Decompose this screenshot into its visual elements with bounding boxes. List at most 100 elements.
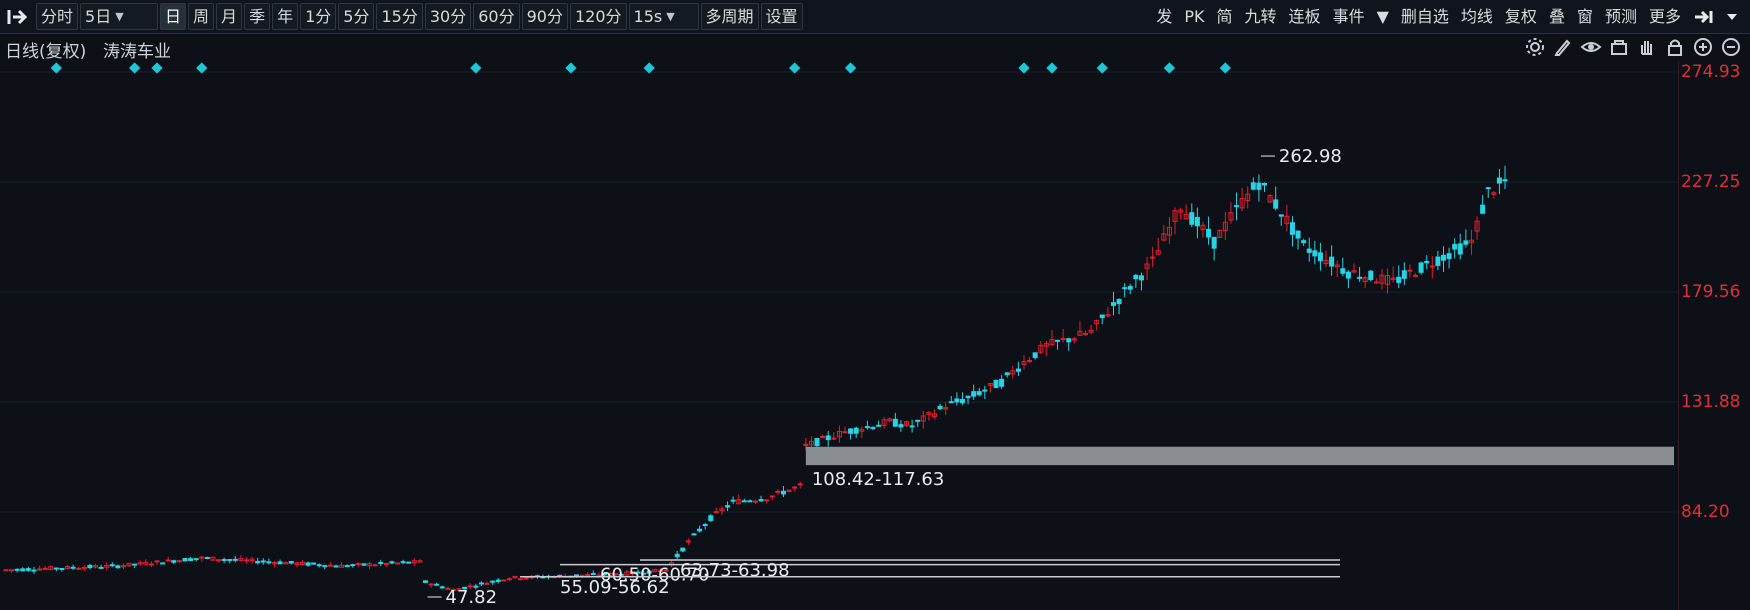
- candle: [1239, 187, 1245, 212]
- candle: [1217, 229, 1223, 238]
- chevron-down-icon[interactable]: [1720, 3, 1744, 30]
- tool-button-1[interactable]: PK: [1179, 3, 1209, 30]
- chevron-down-icon: ▼: [666, 10, 675, 23]
- candle: [741, 498, 747, 503]
- candle: [1049, 330, 1055, 346]
- candle: [870, 426, 876, 431]
- period-button-2[interactable]: 日: [160, 3, 187, 30]
- period-button-16[interactable]: 设置: [760, 3, 803, 30]
- candle: [423, 580, 428, 584]
- zoom-in-icon[interactable]: [1692, 36, 1714, 58]
- candle: [143, 559, 149, 566]
- candle: [160, 562, 166, 565]
- tool-button-9[interactable]: 复权: [1500, 3, 1542, 30]
- candle: [1071, 336, 1077, 344]
- candle: [171, 559, 177, 565]
- expand-right-icon[interactable]: [1688, 3, 1718, 30]
- period-button-7[interactable]: 1分: [300, 3, 337, 30]
- period-button-15[interactable]: 多周期: [700, 3, 759, 30]
- candle: [1206, 216, 1212, 245]
- hand-icon[interactable]: [1636, 36, 1658, 58]
- period-button-6[interactable]: 年: [272, 3, 299, 30]
- candle: [1485, 187, 1491, 198]
- period-button-10[interactable]: 30分: [424, 3, 472, 30]
- candle: [1323, 250, 1329, 268]
- candle: [1373, 278, 1379, 284]
- candle: [1133, 273, 1139, 288]
- tool-button-8[interactable]: 均线: [1456, 3, 1498, 30]
- candlestick-chart[interactable]: 108.42-117.6360.50-60.7063.73-63.9855.09…: [0, 62, 1678, 610]
- candle: [831, 432, 837, 440]
- candle: [25, 566, 31, 573]
- tool-button-2[interactable]: 简: [1212, 3, 1238, 30]
- period-button-1[interactable]: 5日 ▼: [80, 3, 159, 30]
- price-annotation: 47.82: [427, 587, 497, 608]
- tool-button-3[interactable]: 九转: [1240, 3, 1282, 30]
- svg-text:262.98: 262.98: [1279, 146, 1342, 167]
- gap-line-label: 55.09-56.62: [560, 577, 670, 598]
- period-button-4[interactable]: 月: [216, 3, 243, 30]
- period-button-5[interactable]: 季: [244, 3, 271, 30]
- basket-icon[interactable]: [1608, 36, 1630, 58]
- candle: [277, 559, 283, 565]
- candle: [327, 562, 333, 567]
- tool-button-13[interactable]: 更多: [1644, 3, 1686, 30]
- candle: [260, 558, 266, 565]
- tool-button-11[interactable]: 窗: [1572, 3, 1598, 30]
- candle: [176, 559, 182, 563]
- candle: [764, 499, 770, 504]
- pen-icon[interactable]: [1552, 36, 1574, 58]
- collapse-arrow-icon[interactable]: [2, 3, 34, 30]
- candle: [702, 523, 708, 530]
- lock-icon[interactable]: [1664, 36, 1686, 58]
- candle: [1407, 264, 1413, 278]
- zoom-out-icon[interactable]: [1720, 36, 1742, 58]
- candle: [943, 402, 949, 415]
- candle: [1502, 165, 1508, 190]
- candle: [1055, 339, 1061, 350]
- candle: [999, 375, 1005, 389]
- gear-icon[interactable]: [1524, 36, 1546, 58]
- candle: [378, 559, 384, 567]
- period-button-9[interactable]: 15分: [376, 3, 423, 30]
- candle: [400, 559, 406, 564]
- candle: [238, 555, 244, 562]
- candle: [747, 499, 753, 503]
- candle: [1166, 216, 1172, 244]
- candle: [881, 417, 887, 429]
- stock-name[interactable]: 涛涛车业: [103, 37, 171, 62]
- tool-button-10[interactable]: 叠: [1544, 3, 1570, 30]
- tool-button-5[interactable]: 事件: [1328, 3, 1370, 30]
- candle: [9, 569, 15, 573]
- tool-button-6[interactable]: ▼: [1372, 3, 1394, 30]
- tool-button-7[interactable]: 删自选: [1396, 3, 1454, 30]
- candle: [697, 525, 703, 533]
- candle: [780, 486, 786, 498]
- candle: [1452, 238, 1458, 259]
- period-button-12[interactable]: 90分: [521, 3, 568, 30]
- period-button-11[interactable]: 60分: [473, 3, 520, 30]
- tool-button-4[interactable]: 连板: [1284, 3, 1326, 30]
- candle: [31, 566, 37, 574]
- candle: [1189, 203, 1195, 228]
- candle: [165, 556, 171, 562]
- candle: [1413, 273, 1419, 277]
- candle: [70, 564, 76, 571]
- candle: [305, 561, 311, 567]
- tool-button-12[interactable]: 预测: [1600, 3, 1642, 30]
- candle: [339, 562, 345, 568]
- candle: [316, 563, 322, 568]
- period-button-13[interactable]: 120分: [569, 3, 627, 30]
- candle: [1317, 242, 1323, 271]
- candle: [1099, 314, 1105, 325]
- period-button-3[interactable]: 周: [188, 3, 215, 30]
- candle: [1060, 329, 1066, 343]
- candle: [1474, 216, 1480, 240]
- candle: [249, 556, 255, 564]
- tool-button-0[interactable]: 发: [1151, 3, 1177, 30]
- period-button-8[interactable]: 5分: [338, 3, 375, 30]
- price-axis-label: 84.20: [1681, 502, 1730, 522]
- period-button-0[interactable]: 分时: [36, 3, 79, 30]
- eye-icon[interactable]: [1580, 36, 1602, 58]
- period-button-14[interactable]: 15s ▼: [628, 3, 699, 30]
